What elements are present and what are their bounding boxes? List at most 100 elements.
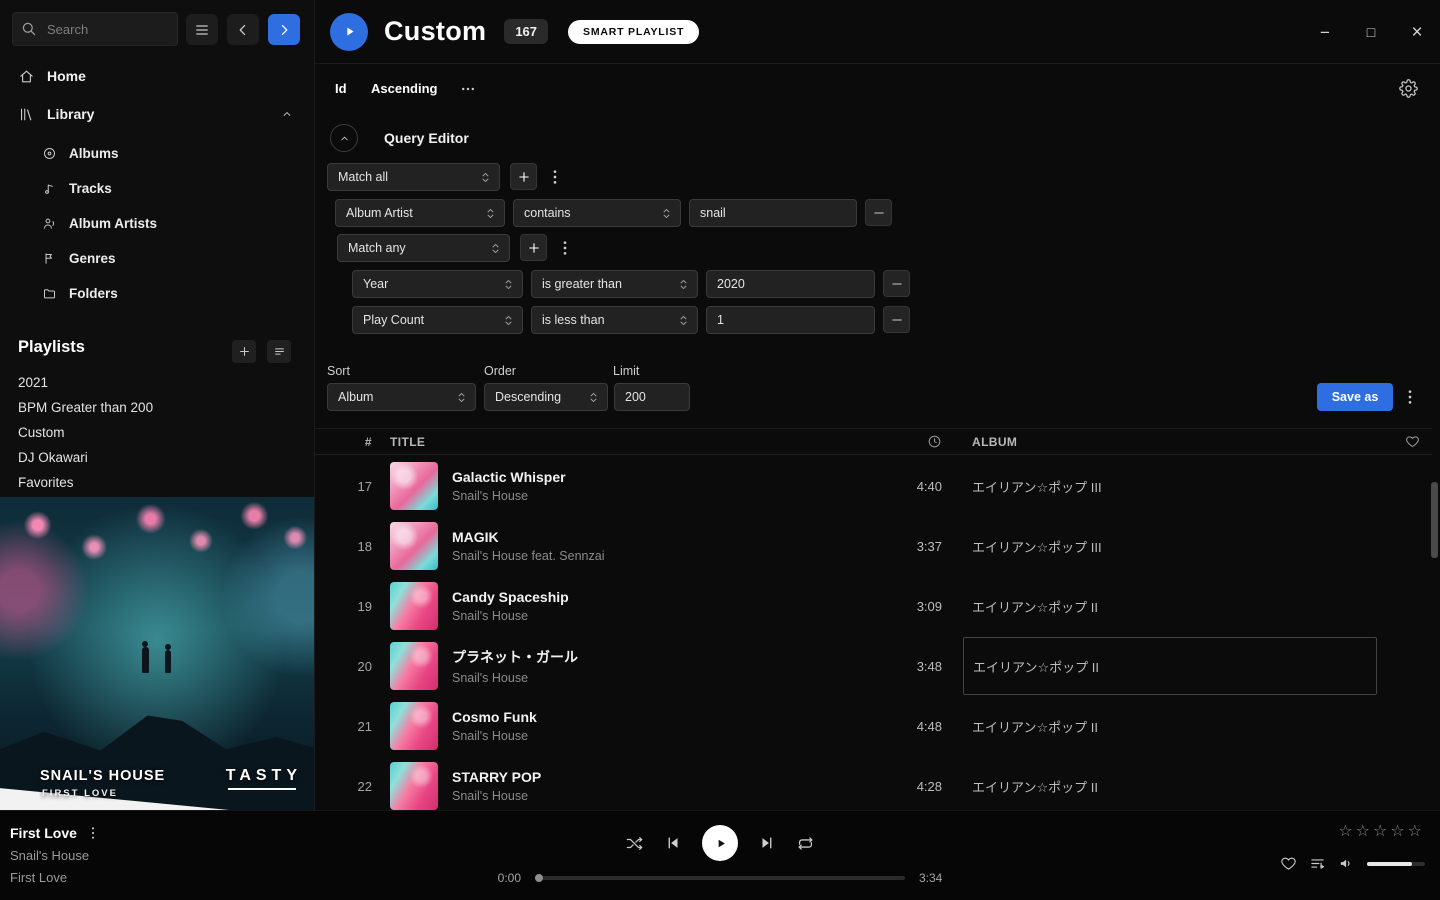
playlist-item[interactable]: Favorites [0, 470, 314, 495]
column-title[interactable]: TITLE [390, 435, 852, 449]
close-button[interactable]: × [1408, 23, 1426, 42]
query-editor-header[interactable]: Query Editor [330, 124, 469, 152]
chevron-up-icon[interactable] [280, 107, 294, 121]
sidebar-item-albums[interactable]: Albums [0, 138, 314, 168]
now-playing-artist[interactable]: Snail's House [10, 848, 99, 863]
queue-button[interactable] [1309, 855, 1326, 872]
sidebar-item-tracks[interactable]: Tracks [0, 173, 314, 203]
rule-field-select[interactable]: Album Artist [335, 199, 505, 227]
sidebar-item-genres[interactable]: Genres [0, 243, 314, 273]
search-input[interactable] [45, 21, 165, 38]
track-artist[interactable]: Snail's House [452, 789, 852, 803]
previous-button[interactable] [664, 834, 682, 852]
save-as-button[interactable]: Save as [1317, 383, 1393, 411]
remove-rule-button[interactable] [883, 306, 910, 333]
minimize-button[interactable]: − [1316, 24, 1334, 41]
remove-rule-button[interactable] [865, 199, 892, 226]
album-art-thumbnail[interactable] [390, 642, 438, 690]
playlist-list-button[interactable] [267, 340, 291, 363]
track-album[interactable]: エイリアン☆ポップ III [972, 456, 1392, 516]
album-art-thumbnail[interactable] [390, 462, 438, 510]
album-art-thumbnail[interactable] [390, 762, 438, 810]
track-row[interactable]: 19 Candy Spaceship Snail's House 3:09 エイ… [315, 576, 1432, 636]
track-album[interactable]: エイリアン☆ポップ III [972, 516, 1392, 576]
album-art-thumbnail[interactable] [390, 522, 438, 570]
shuffle-button[interactable] [625, 834, 644, 853]
track-artist[interactable]: Snail's House [452, 609, 852, 623]
rule-value-input[interactable] [689, 199, 857, 227]
sidebar-item-folders[interactable]: Folders [0, 278, 314, 308]
track-row[interactable]: 18 MAGIK Snail's House feat. Sennzai 3:3… [315, 516, 1432, 576]
sidebar-item-library[interactable]: Library [0, 100, 314, 128]
sort-field-button[interactable]: Id [335, 81, 347, 96]
rating-stars[interactable]: ☆☆☆☆☆ [1338, 821, 1425, 841]
add-rule-button[interactable] [510, 163, 537, 190]
rule-value-input[interactable] [706, 306, 875, 334]
next-button[interactable] [758, 834, 776, 852]
track-artist[interactable]: Snail's House [452, 489, 852, 503]
track-row[interactable]: 20 プラネット・ガール Snail's House 3:48 エイリアン☆ポッ… [315, 636, 1432, 696]
album-art-thumbnail[interactable] [390, 582, 438, 630]
play-playlist-button[interactable] [330, 13, 368, 51]
track-artist[interactable]: Snail's House [452, 729, 852, 743]
nav-forward-button[interactable] [268, 14, 300, 45]
track-artist[interactable]: Snail's House feat. Sennzai [452, 549, 852, 563]
play-pause-button[interactable] [702, 825, 738, 861]
rule-operator-select[interactable]: is less than [531, 306, 698, 334]
now-playing-album[interactable]: First Love [10, 870, 99, 885]
playlist-item[interactable]: BPM Greater than 200 [0, 395, 314, 420]
track-title[interactable]: Galactic Whisper [452, 469, 852, 485]
match-any-select[interactable]: Match any [337, 234, 510, 262]
track-title[interactable]: プラネット・ガール [452, 647, 852, 667]
sidebar-item-home[interactable]: Home [0, 62, 314, 90]
column-album[interactable]: ALBUM [972, 435, 1392, 449]
seek-thumb[interactable] [535, 874, 543, 882]
playlist-item[interactable]: 2021 [0, 370, 314, 395]
track-album[interactable]: エイリアン☆ポップ II [972, 756, 1392, 810]
favorite-button[interactable] [1280, 855, 1297, 872]
save-menu-button[interactable] [1402, 383, 1418, 410]
volume-slider[interactable] [1367, 862, 1425, 866]
group-menu-button[interactable] [547, 163, 563, 190]
rule-value-input[interactable] [706, 270, 875, 298]
rule-operator-select[interactable]: is greater than [531, 270, 698, 298]
track-row[interactable]: 17 Galactic Whisper Snail's House 4:40 エ… [315, 456, 1432, 516]
playlist-item[interactable]: Custom [0, 420, 314, 445]
match-all-select[interactable]: Match all [327, 163, 500, 191]
more-options-button[interactable] [460, 84, 476, 94]
settings-button[interactable] [1399, 79, 1418, 98]
now-playing-artwork[interactable]: SNAIL'S HOUSE FIRST LOVE TASTY [0, 497, 314, 810]
nav-back-button[interactable] [227, 14, 259, 45]
sidebar-item-album-artists[interactable]: Album Artists [0, 208, 314, 238]
volume-button[interactable] [1338, 855, 1355, 872]
playlist-item[interactable]: DJ Okawari [0, 445, 314, 470]
track-title[interactable]: Cosmo Funk [452, 709, 852, 725]
limit-input[interactable] [614, 383, 690, 411]
rule-operator-select[interactable]: contains [513, 199, 681, 227]
repeat-button[interactable] [796, 834, 815, 853]
track-row[interactable]: 21 Cosmo Funk Snail's House 4:48 エイリアン☆ポ… [315, 696, 1432, 756]
sort-select[interactable]: Album [327, 383, 476, 411]
menu-button[interactable] [186, 14, 218, 45]
order-select[interactable]: Descending [484, 383, 608, 411]
track-album-focused[interactable]: エイリアン☆ポップ II [963, 637, 1377, 695]
column-duration[interactable] [852, 434, 942, 449]
sort-direction-button[interactable]: Ascending [371, 81, 437, 96]
add-rule-button[interactable] [520, 234, 547, 261]
seek-bar[interactable] [535, 876, 905, 880]
remove-rule-button[interactable] [883, 270, 910, 297]
add-playlist-button[interactable] [232, 340, 256, 363]
track-title[interactable]: STARRY POP [452, 769, 852, 785]
column-number[interactable]: # [327, 435, 372, 449]
group-menu-button[interactable] [557, 234, 573, 261]
track-title[interactable]: Candy Spaceship [452, 589, 852, 605]
now-playing-title[interactable]: First Love [10, 825, 77, 841]
track-row[interactable]: 22 STARRY POP Snail's House 4:28 エイリアン☆ポ… [315, 756, 1432, 810]
track-title[interactable]: MAGIK [452, 529, 852, 545]
track-album[interactable]: エイリアン☆ポップ II [972, 696, 1392, 756]
rule-field-select[interactable]: Year [352, 270, 523, 298]
search-box[interactable] [12, 12, 178, 46]
track-album[interactable]: エイリアン☆ポップ II [972, 576, 1392, 636]
track-menu-button[interactable] [87, 826, 99, 840]
rule-field-select[interactable]: Play Count [352, 306, 523, 334]
